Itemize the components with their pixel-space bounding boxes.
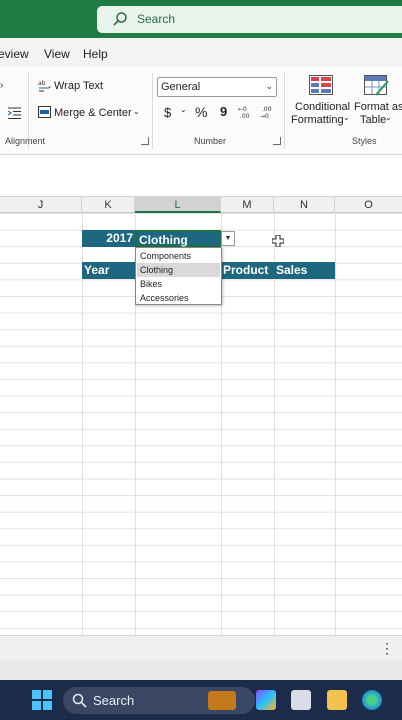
decrease-decimal-icon[interactable]: .00 →0 <box>260 105 276 119</box>
wrap-text-label: Wrap Text <box>54 80 104 92</box>
gridline <box>335 213 336 635</box>
file-explorer-icon[interactable] <box>327 690 347 710</box>
dropdown-option-clothing[interactable]: Clothing <box>137 263 220 277</box>
number-format-value: General <box>161 81 201 93</box>
conditional-formatting-label-1: Conditional <box>295 101 351 113</box>
currency-button[interactable]: $ <box>164 105 171 120</box>
chevron-down-icon: ⌄ <box>265 81 273 91</box>
menu-review[interactable]: eview <box>0 47 29 61</box>
column-header-m[interactable]: M <box>221 197 274 213</box>
sheet-tab-bar: ⋮ <box>0 635 402 661</box>
format-as-table-label-1: Format as <box>354 101 402 113</box>
chevron-down-icon[interactable]: ⌄ <box>180 105 187 114</box>
svg-text:→0: →0 <box>260 113 269 119</box>
status-bar <box>0 661 402 680</box>
column-header-o[interactable]: O <box>335 197 402 213</box>
conditional-formatting-icon <box>309 75 333 95</box>
ribbon: › ab Wrap Text Merge & Center ⌄ Alignmen… <box>0 67 402 155</box>
search-highlight-icon <box>208 691 236 710</box>
year-header-cell[interactable]: Year <box>82 262 135 279</box>
menu-bar: eview View Help <box>0 38 402 67</box>
formula-area <box>0 155 402 195</box>
more-options-icon[interactable]: ⋮ <box>380 641 394 655</box>
dropdown-option-components[interactable]: Components <box>137 249 220 263</box>
copilot-icon[interactable] <box>256 690 276 710</box>
comma-style-button[interactable]: 9 <box>220 104 227 119</box>
chevron-down-icon: ⌄ <box>343 113 350 122</box>
separator <box>152 73 153 149</box>
column-header-j[interactable]: J <box>0 197 82 213</box>
cell-cursor-icon <box>272 235 284 247</box>
svg-text:←0: ←0 <box>238 106 247 113</box>
alignment-group-label: Alignment <box>5 136 46 146</box>
column-header-n[interactable]: N <box>274 197 335 213</box>
column-header-k[interactable]: K <box>82 197 135 213</box>
column-header-l[interactable]: L <box>135 197 221 213</box>
cell-grid[interactable]: 2017 Clothing ▼ Year Product Sales Compo… <box>0 213 402 635</box>
svg-text:ab: ab <box>38 80 46 87</box>
task-view-icon[interactable] <box>291 690 311 710</box>
svg-text:.00: .00 <box>262 106 272 113</box>
search-box[interactable]: Search <box>97 6 402 33</box>
category-cell[interactable]: Clothing <box>135 230 221 247</box>
increase-decimal-icon[interactable]: ←0 .00 <box>238 105 254 119</box>
number-group-label: Number <box>194 136 227 146</box>
product-header-cell[interactable]: Product <box>221 262 274 279</box>
search-icon <box>113 12 127 26</box>
year-cell[interactable]: 2017 <box>82 230 135 247</box>
taskbar-search-box[interactable]: Search <box>63 687 255 714</box>
windows-start-icon[interactable] <box>32 690 52 710</box>
format-as-table-icon <box>364 75 389 96</box>
number-format-select[interactable]: General ⌄ <box>157 77 277 97</box>
orientation-chevron-icon[interactable]: › <box>0 80 3 91</box>
chevron-down-icon: ⌄ <box>385 113 392 122</box>
validation-dropdown-list[interactable]: Components Clothing Bikes Accessories <box>135 247 222 305</box>
conditional-formatting-label-2: Formatting <box>291 114 344 126</box>
merge-center-icon <box>38 106 51 118</box>
search-icon <box>72 693 87 708</box>
format-as-table-label-2: Table <box>360 114 387 126</box>
dialog-launcher-icon[interactable] <box>273 137 281 145</box>
svg-text:.00: .00 <box>240 113 250 119</box>
indent-icon[interactable] <box>8 107 21 119</box>
menu-help[interactable]: Help <box>83 47 108 61</box>
dropdown-arrow-button[interactable]: ▼ <box>221 231 235 246</box>
taskbar: Search <box>0 680 402 720</box>
column-header-bar: J K L M N O <box>0 196 402 213</box>
separator <box>284 73 285 149</box>
chevron-down-icon[interactable]: ⌄ <box>133 107 140 116</box>
dialog-launcher-icon[interactable] <box>141 137 149 145</box>
wrap-text-icon: ab <box>38 80 51 92</box>
dropdown-option-bikes[interactable]: Bikes <box>137 277 220 291</box>
styles-group-label: Styles <box>352 136 377 146</box>
edge-browser-icon[interactable] <box>362 690 382 710</box>
sales-header-cell[interactable]: Sales <box>274 262 335 279</box>
menu-view[interactable]: View <box>44 47 70 61</box>
dropdown-option-accessories[interactable]: Accessories <box>137 291 220 305</box>
percent-button[interactable]: % <box>195 104 207 120</box>
taskbar-search-label: Search <box>93 693 135 708</box>
search-label: Search <box>137 12 176 26</box>
merge-center-label: Merge & Center <box>54 107 132 119</box>
title-bar: Search <box>0 0 402 38</box>
